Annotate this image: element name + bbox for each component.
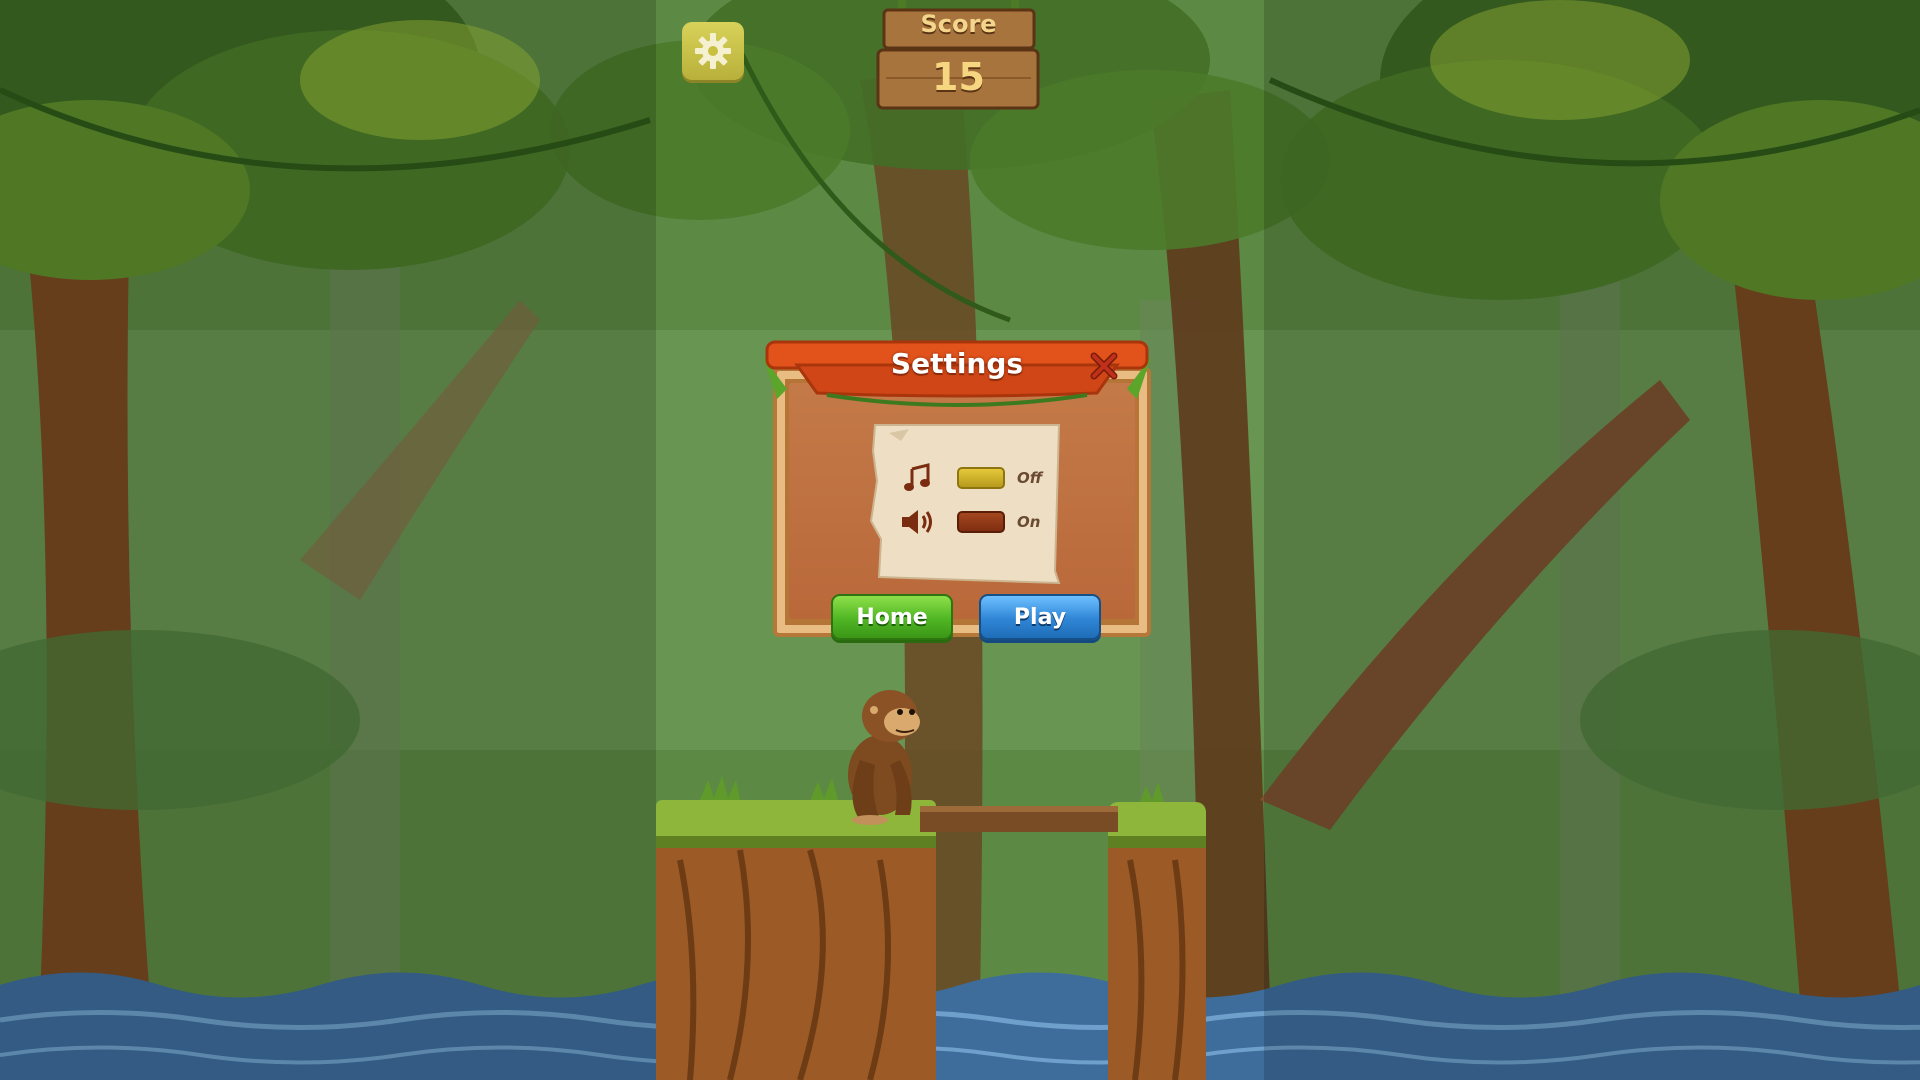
paper-scroll: Off On — [869, 421, 1065, 586]
sound-state-label: On — [1017, 513, 1041, 531]
paper-background — [869, 424, 1061, 585]
gear-icon — [695, 33, 731, 69]
music-state-label: Off — [1017, 469, 1043, 487]
sound-setting-row: On — [897, 505, 1057, 539]
score-label: Score — [920, 10, 997, 38]
dialog-header: Settings — [757, 337, 1157, 407]
gorilla-character — [848, 690, 920, 825]
close-button[interactable] — [1087, 349, 1121, 383]
score-value: 15 — [932, 55, 985, 99]
score-board: Score 15 — [876, 0, 1041, 112]
settings-button[interactable] — [682, 22, 744, 80]
settings-dialog: Settings Off On Home Play — [757, 337, 1157, 640]
music-note-icon — [897, 461, 937, 495]
play-button[interactable]: Play — [979, 594, 1101, 640]
game-stage: Score 15 Settings Off On Home Play — [0, 0, 1920, 1080]
music-setting-row: Off — [897, 461, 1057, 495]
home-button[interactable]: Home — [831, 594, 953, 640]
speaker-icon — [897, 505, 937, 539]
sound-toggle[interactable] — [957, 511, 1005, 533]
music-toggle[interactable] — [957, 467, 1005, 489]
close-icon — [1090, 352, 1118, 380]
